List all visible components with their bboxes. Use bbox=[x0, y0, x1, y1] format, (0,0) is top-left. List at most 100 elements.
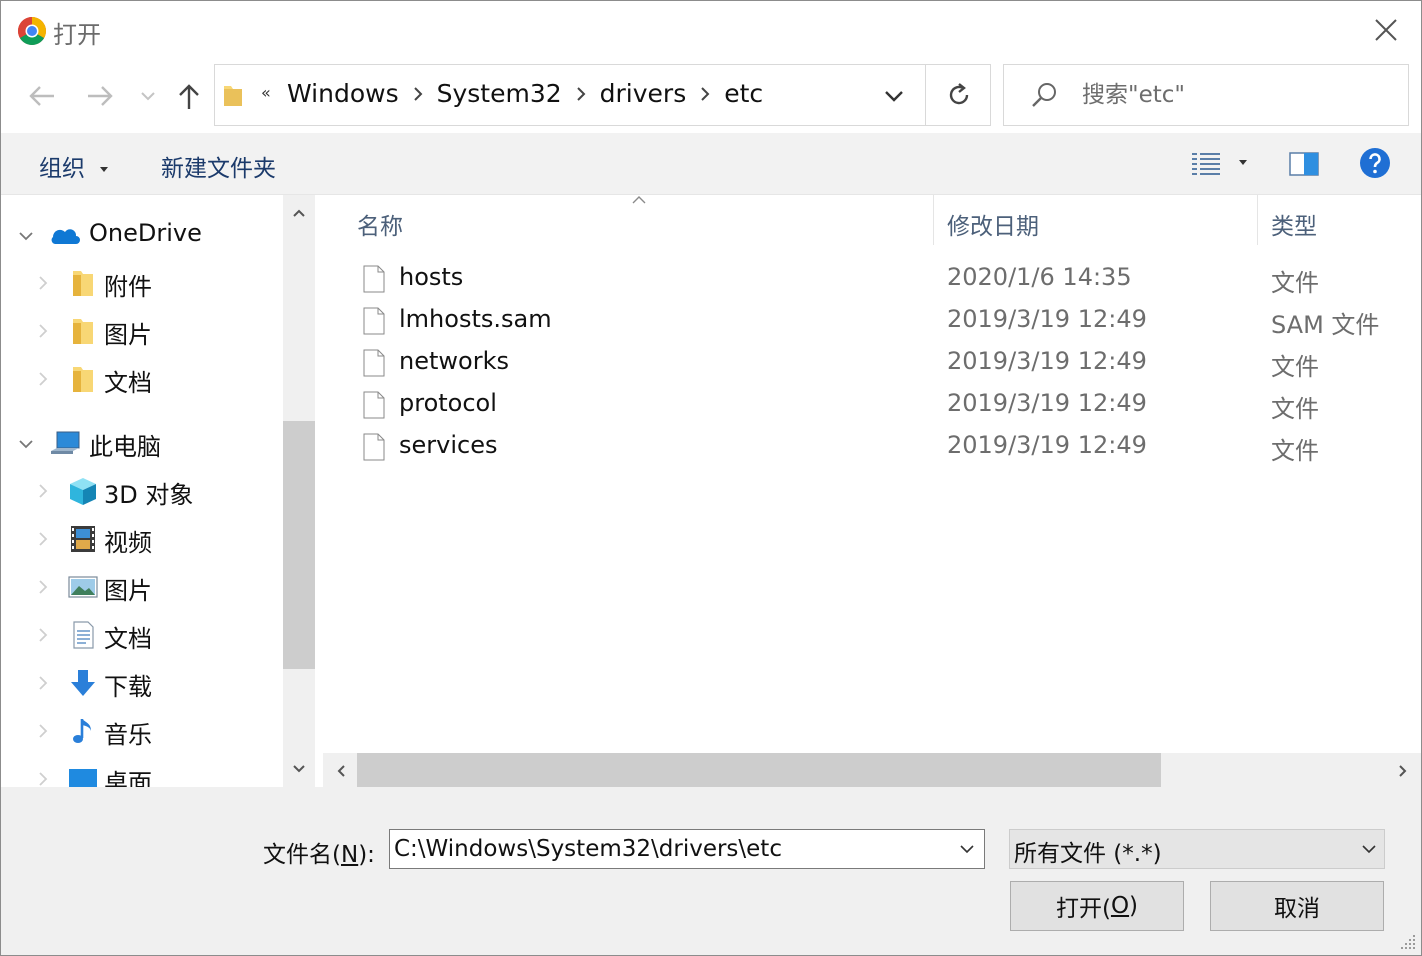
breadcrumb-system32[interactable]: System32 bbox=[437, 79, 562, 108]
chevron-right-icon[interactable] bbox=[1397, 763, 1409, 779]
chevron-right-icon[interactable] bbox=[35, 323, 51, 339]
details-view-icon[interactable] bbox=[1191, 150, 1221, 178]
forward-button[interactable] bbox=[83, 79, 117, 113]
sidebar-item-this-pc[interactable]: 此电脑 bbox=[1, 420, 283, 466]
sidebar-item-videos[interactable]: 视频 bbox=[1, 516, 283, 562]
chevron-right-icon[interactable] bbox=[35, 531, 51, 547]
breadcrumb-overflow[interactable]: « bbox=[261, 83, 271, 102]
caret-down-icon bbox=[100, 166, 109, 172]
navigation-pane: OneDrive 附件 图片 文档 此电脑 3D 对象 视频 图片 文档 下载 … bbox=[1, 195, 315, 787]
up-button[interactable] bbox=[172, 79, 206, 113]
refresh-icon[interactable] bbox=[943, 79, 975, 111]
open-button[interactable]: 打开(O) bbox=[1010, 881, 1184, 931]
file-name: lmhosts.sam bbox=[399, 305, 552, 333]
navigation-scrollbar[interactable] bbox=[283, 195, 315, 787]
file-type: 文件 bbox=[1271, 353, 1319, 381]
sidebar-item-attachments[interactable]: 附件 bbox=[1, 260, 283, 306]
chevron-right-icon[interactable] bbox=[700, 86, 710, 102]
chevron-right-icon[interactable] bbox=[413, 86, 423, 102]
sidebar-item-label: 视频 bbox=[104, 529, 152, 557]
3d-objects-icon bbox=[70, 478, 96, 505]
filename-input[interactable] bbox=[394, 832, 944, 866]
table-row[interactable]: networks 2019/3/19 12:49 文件 bbox=[323, 343, 1421, 385]
back-button[interactable] bbox=[25, 79, 59, 113]
folder-icon bbox=[73, 319, 93, 344]
breadcrumb-windows[interactable]: Windows bbox=[287, 79, 399, 108]
table-row[interactable]: lmhosts.sam 2019/3/19 12:49 SAM 文件 bbox=[323, 301, 1421, 343]
filename-label-suffix: ): bbox=[358, 842, 375, 868]
column-header-modified[interactable]: 修改日期 bbox=[947, 207, 1039, 241]
breadcrumb-drivers[interactable]: drivers bbox=[600, 79, 687, 108]
chevron-left-icon[interactable] bbox=[335, 763, 347, 779]
sidebar-item-3d-objects[interactable]: 3D 对象 bbox=[1, 468, 283, 514]
file-type: 文件 bbox=[1271, 437, 1319, 465]
resize-grip-icon[interactable] bbox=[1399, 933, 1417, 951]
recent-locations-button[interactable] bbox=[131, 79, 165, 113]
horizontal-scrollbar[interactable] bbox=[323, 753, 1421, 787]
chevron-right-icon[interactable] bbox=[35, 275, 51, 291]
sidebar-item-documents[interactable]: 文档 bbox=[1, 612, 283, 658]
divider bbox=[925, 65, 926, 125]
chevron-down-icon[interactable] bbox=[18, 436, 34, 452]
close-icon[interactable] bbox=[1369, 13, 1403, 47]
file-icon bbox=[363, 433, 385, 461]
chevron-down-icon[interactable] bbox=[960, 844, 974, 854]
address-bar[interactable]: « Windows System32 drivers etc bbox=[214, 64, 991, 126]
filename-combobox[interactable] bbox=[389, 829, 985, 869]
chevron-up-icon[interactable] bbox=[291, 207, 307, 219]
table-row[interactable]: hosts 2020/1/6 14:35 文件 bbox=[323, 259, 1421, 301]
sidebar-item-onedrive-documents[interactable]: 文档 bbox=[1, 356, 283, 402]
chevron-down-icon[interactable] bbox=[291, 763, 307, 775]
search-icon bbox=[1032, 83, 1056, 107]
search-box[interactable] bbox=[1003, 64, 1409, 126]
column-divider[interactable] bbox=[933, 195, 934, 245]
new-folder-button[interactable]: 新建文件夹 bbox=[161, 149, 276, 183]
arrow-up-icon bbox=[179, 84, 199, 109]
breadcrumb-etc[interactable]: etc bbox=[724, 79, 763, 108]
sidebar-item-label: 图片 bbox=[104, 577, 152, 605]
table-row[interactable]: protocol 2019/3/19 12:49 文件 bbox=[323, 385, 1421, 427]
sidebar-item-label: 下载 bbox=[104, 673, 152, 701]
sidebar-item-pictures[interactable]: 图片 bbox=[1, 564, 283, 610]
cancel-button[interactable]: 取消 bbox=[1210, 881, 1384, 931]
folder-icon bbox=[224, 86, 242, 106]
column-header-name[interactable]: 名称 bbox=[357, 207, 403, 241]
chevron-right-icon[interactable] bbox=[35, 771, 51, 787]
sidebar-item-music[interactable]: 音乐 bbox=[1, 708, 283, 754]
chevron-right-icon[interactable] bbox=[576, 86, 586, 102]
scrollbar-thumb[interactable] bbox=[357, 753, 1161, 787]
column-divider[interactable] bbox=[1257, 195, 1258, 245]
chevron-right-icon[interactable] bbox=[35, 483, 51, 499]
chevron-right-icon[interactable] bbox=[35, 675, 51, 691]
file-name: services bbox=[399, 431, 498, 459]
file-name: networks bbox=[399, 347, 509, 375]
filename-label-text: 文件名( bbox=[263, 842, 341, 868]
sidebar-item-onedrive[interactable]: OneDrive bbox=[1, 212, 283, 258]
chevron-down-icon[interactable] bbox=[1362, 844, 1376, 854]
computer-icon bbox=[51, 431, 80, 454]
chevron-down-icon[interactable] bbox=[18, 228, 34, 244]
pictures-icon bbox=[68, 576, 98, 598]
filetype-select[interactable]: 所有文件 (*.*) bbox=[1009, 829, 1385, 869]
desktop-icon bbox=[69, 769, 97, 787]
file-modified: 2019/3/19 12:49 bbox=[947, 305, 1147, 333]
chevron-down-icon[interactable] bbox=[883, 87, 905, 105]
file-modified: 2019/3/19 12:49 bbox=[947, 347, 1147, 375]
chevron-right-icon[interactable] bbox=[35, 579, 51, 595]
chevron-right-icon[interactable] bbox=[35, 627, 51, 643]
preview-pane-icon[interactable] bbox=[1289, 151, 1319, 177]
search-input[interactable] bbox=[1082, 77, 1392, 113]
chevron-right-icon[interactable] bbox=[35, 371, 51, 387]
sidebar-item-downloads[interactable]: 下载 bbox=[1, 660, 283, 706]
scrollbar-thumb[interactable] bbox=[283, 421, 315, 669]
file-name: hosts bbox=[399, 263, 464, 291]
sidebar-item-desktop[interactable]: 桌面 bbox=[1, 756, 283, 787]
column-header-type[interactable]: 类型 bbox=[1271, 207, 1317, 241]
caret-down-icon[interactable] bbox=[1237, 159, 1249, 167]
chevron-right-icon[interactable] bbox=[35, 723, 51, 739]
organize-button[interactable]: 组织 bbox=[39, 149, 109, 183]
table-row[interactable]: services 2019/3/19 12:49 文件 bbox=[323, 427, 1421, 469]
file-icon bbox=[363, 391, 385, 419]
help-icon[interactable] bbox=[1359, 147, 1391, 179]
sidebar-item-onedrive-pictures[interactable]: 图片 bbox=[1, 308, 283, 354]
